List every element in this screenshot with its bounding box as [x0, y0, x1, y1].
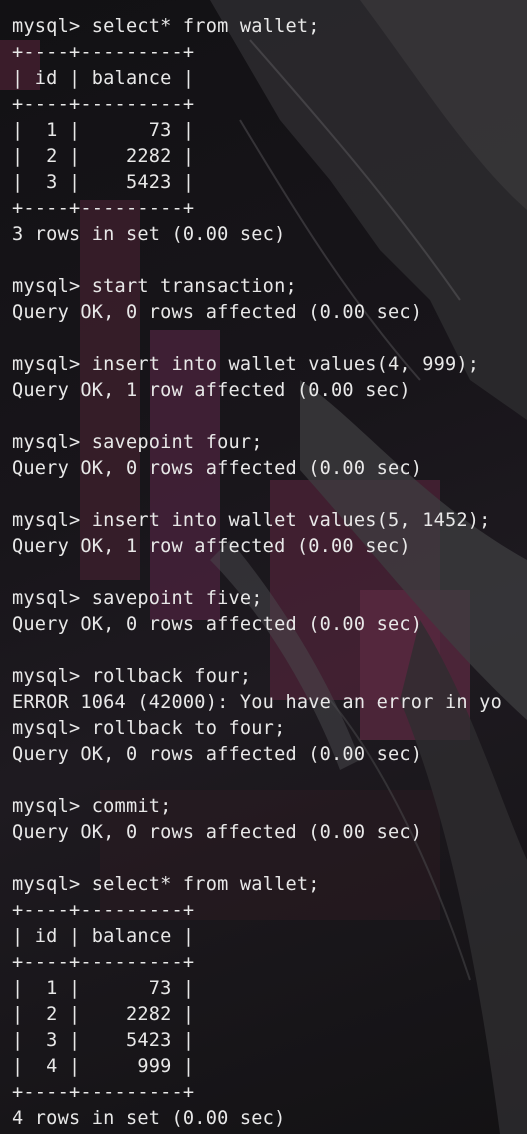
terminal-output[interactable]: mysql> select* from wallet; +----+-------… [12, 14, 527, 1132]
command-line: mysql> rollback to four; [12, 718, 286, 739]
table-border: +----+---------+ [12, 900, 195, 921]
output-line: Query OK, 0 rows affected (0.00 sec) [12, 302, 423, 323]
table-row: | 1 | 73 | [12, 120, 195, 141]
table-row: | id | balance | [12, 68, 195, 89]
table-row: | 2 | 2282 | [12, 146, 195, 167]
table-row: | 4 | 999 | [12, 1056, 195, 1077]
table-border: +----+---------+ [12, 198, 195, 219]
command-line: mysql> select* from wallet; [12, 16, 320, 37]
table-border: +----+---------+ [12, 94, 195, 115]
command-line: mysql> savepoint five; [12, 588, 263, 609]
output-line: Query OK, 0 rows affected (0.00 sec) [12, 822, 423, 843]
output-line: Query OK, 0 rows affected (0.00 sec) [12, 458, 423, 479]
output-line: Query OK, 0 rows affected (0.00 sec) [12, 614, 423, 635]
command-line: mysql> rollback four; [12, 666, 252, 687]
command-line: mysql> select* from wallet; [12, 874, 320, 895]
command-line: mysql> insert into wallet values(5, 1452… [12, 510, 491, 531]
error-line: ERROR 1064 (42000): You have an error in… [12, 692, 502, 713]
output-line: 4 rows in set (0.00 sec) [12, 1108, 286, 1129]
output-line: Query OK, 0 rows affected (0.00 sec) [12, 744, 423, 765]
command-line: mysql> savepoint four; [12, 432, 263, 453]
table-row: | 2 | 2282 | [12, 1004, 195, 1025]
table-border: +----+---------+ [12, 952, 195, 973]
table-border: +----+---------+ [12, 1082, 195, 1103]
command-line: mysql> start transaction; [12, 276, 297, 297]
command-line: mysql> insert into wallet values(4, 999)… [12, 354, 480, 375]
table-row: | 3 | 5423 | [12, 1030, 195, 1051]
table-border: +----+---------+ [12, 42, 195, 63]
output-line: 3 rows in set (0.00 sec) [12, 224, 286, 245]
command-line: mysql> commit; [12, 796, 172, 817]
table-row: | 3 | 5423 | [12, 172, 195, 193]
table-row: | 1 | 73 | [12, 978, 195, 999]
table-row: | id | balance | [12, 926, 195, 947]
output-line: Query OK, 1 row affected (0.00 sec) [12, 380, 411, 401]
terminal-window[interactable]: mysql> select* from wallet; +----+-------… [0, 0, 527, 1134]
output-line: Query OK, 1 row affected (0.00 sec) [12, 536, 411, 557]
